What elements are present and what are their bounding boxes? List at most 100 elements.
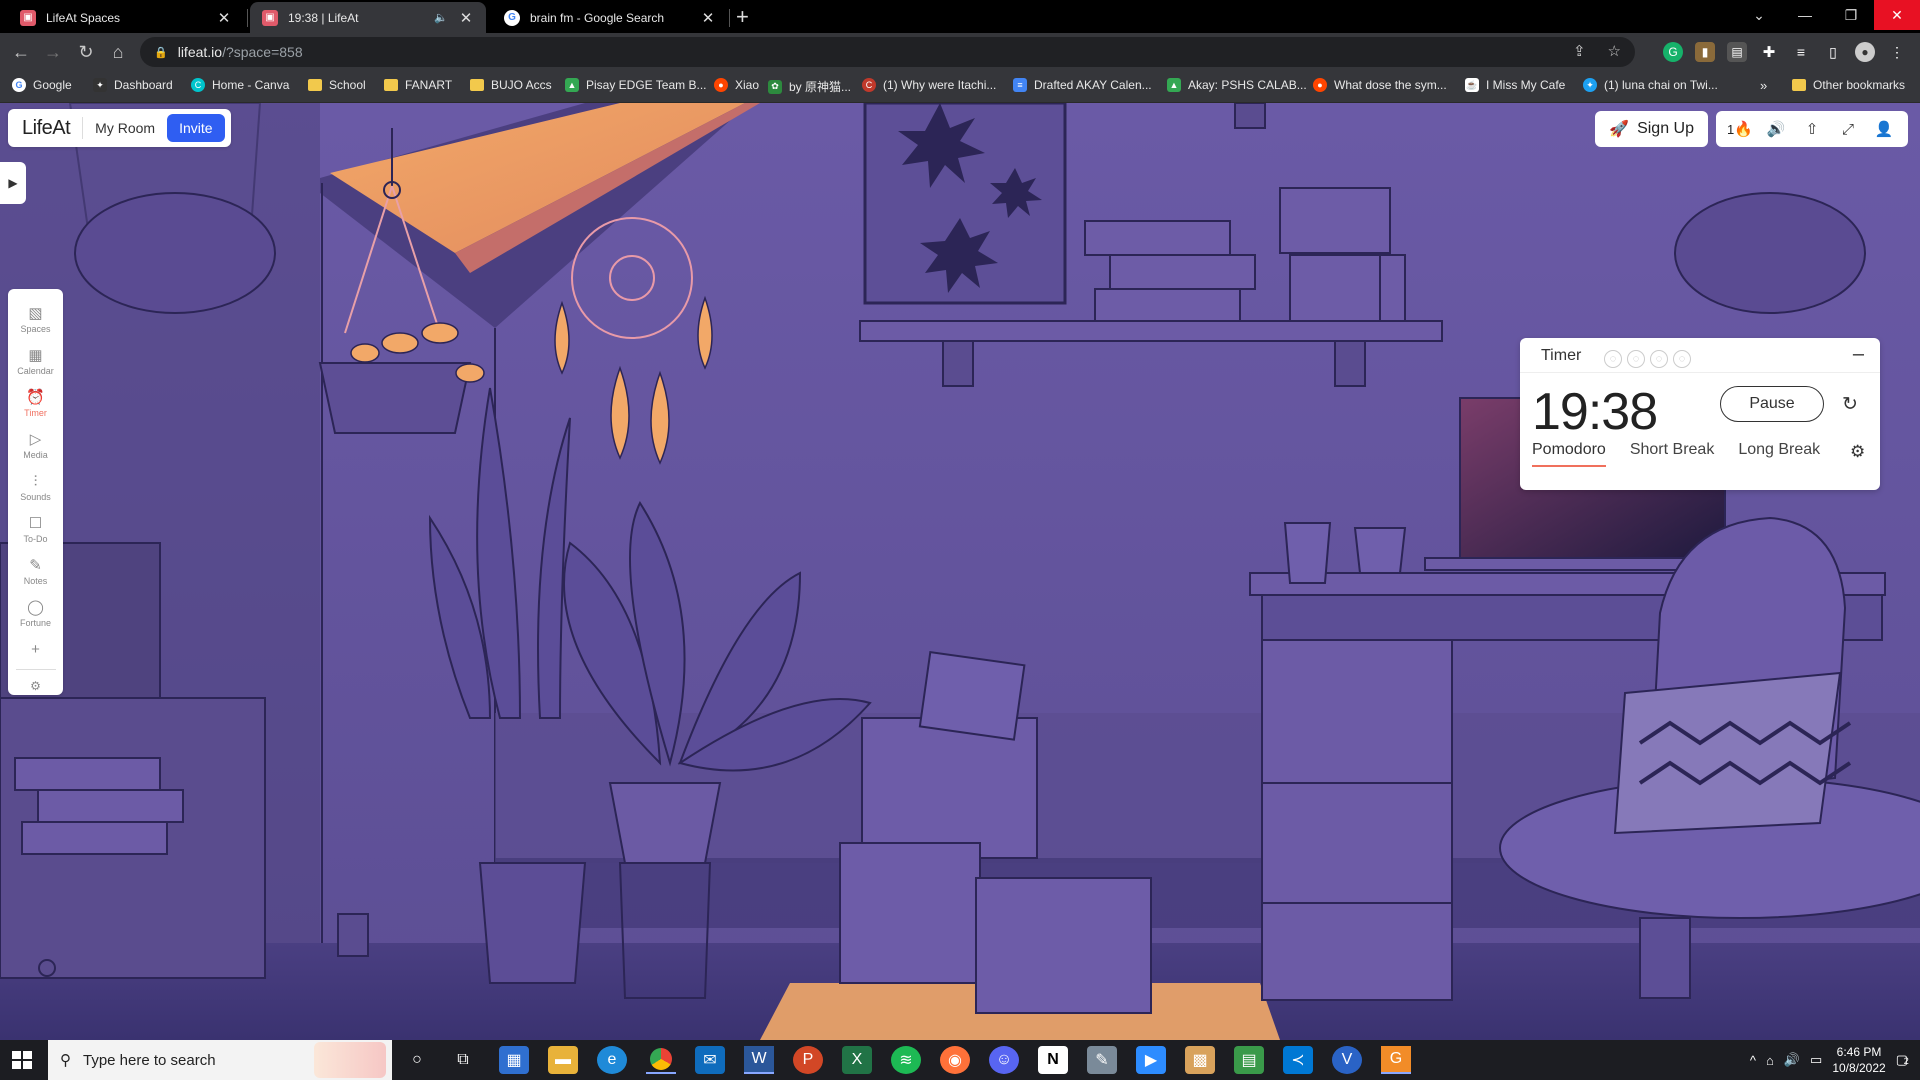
tab-pomodoro[interactable]: Pomodoro (1532, 441, 1606, 467)
sidebar-item-notes[interactable]: ✎ Notes (8, 551, 63, 593)
sidebar-item-calendar[interactable]: ▦ Calendar (8, 341, 63, 383)
extension-book-icon[interactable]: ▤ (1727, 42, 1747, 62)
orange-app-icon[interactable]: G (1381, 1046, 1411, 1074)
sign-up-button[interactable]: 🚀 Sign Up (1595, 111, 1708, 147)
windows-start-icon[interactable] (8, 1048, 36, 1072)
taskbar-search-box[interactable]: ⚲ Type here to search (48, 1040, 392, 1080)
extension-cup-icon[interactable]: ▮ (1695, 42, 1715, 62)
paint-app-icon[interactable]: ✎ (1087, 1046, 1117, 1074)
bookmark-akay-calendar[interactable]: ≡ Drafted AKAY Calen... (1013, 78, 1152, 92)
discord-icon[interactable]: ☺ (989, 1046, 1019, 1074)
bookmark-google[interactable]: G Google (12, 78, 72, 92)
task-view-icon[interactable]: ⧉ (448, 1046, 478, 1074)
tab-long-break[interactable]: Long Break (1738, 441, 1820, 467)
bookmark-akay-pshs[interactable]: ▲ Akay: PSHS CALAB... (1167, 78, 1307, 92)
volume-icon[interactable]: 🔊 (1758, 120, 1794, 138)
edge-browser-icon[interactable]: e (597, 1046, 627, 1074)
new-tab-plus-icon[interactable]: + (736, 4, 749, 30)
bookmark-bujo-accs[interactable]: BUJO Accs (470, 78, 552, 92)
word-icon[interactable]: W (744, 1046, 774, 1074)
tab-google-search[interactable]: G brain fm - Google Search ✕ (492, 2, 728, 33)
reload-icon[interactable]: ↻ (74, 40, 98, 64)
cortana-circle-icon[interactable]: ○ (402, 1046, 432, 1074)
fullscreen-icon[interactable]: ⤢ (1830, 121, 1866, 138)
vpn-app-icon[interactable]: V (1332, 1046, 1362, 1074)
photos-app-icon[interactable]: ▩ (1185, 1046, 1215, 1074)
forward-arrow-icon[interactable]: → (41, 40, 65, 64)
pause-button[interactable]: Pause (1720, 386, 1824, 422)
bookmark-symptoms[interactable]: ● What dose the sym... (1313, 78, 1447, 92)
tab-lifeat-timer[interactable]: ▣ 19:38 | LifeAt 🔈 ✕ (250, 2, 486, 33)
sheets-app-icon[interactable]: ▤ (1234, 1046, 1264, 1074)
bookmark-miss-my-cafe[interactable]: ☕ I Miss My Cafe (1465, 78, 1565, 92)
sidebar-item-timer[interactable]: ⏰ Timer (8, 383, 63, 425)
bookmark-itachi[interactable]: C (1) Why were Itachi... (862, 78, 996, 92)
lock-icon[interactable]: 🔒 (154, 46, 168, 59)
tab-short-break[interactable]: Short Break (1630, 441, 1714, 467)
share-upload-icon[interactable]: ⇧ (1794, 120, 1830, 138)
bookmark-school[interactable]: School (308, 78, 366, 92)
extensions-puzzle-icon[interactable]: ✚ (1759, 42, 1779, 62)
notion-icon[interactable]: N (1038, 1046, 1068, 1074)
bookmark-luna-chai[interactable]: ✦ (1) luna chai on Twi... (1583, 78, 1718, 92)
grammarly-extension-icon[interactable]: G (1663, 42, 1683, 62)
home-icon[interactable]: ⌂ (106, 40, 130, 64)
tab-audio-speaker-icon[interactable]: 🔈 (434, 11, 448, 24)
bookmark-dashboard[interactable]: ✦ Dashboard (93, 78, 173, 92)
speaker-icon[interactable]: 🔊 (1784, 1052, 1800, 1068)
bookmark-canva[interactable]: C Home - Canva (191, 78, 289, 92)
powerpoint-icon[interactable]: P (793, 1046, 823, 1074)
profile-avatar-icon[interactable]: ● (1855, 42, 1875, 62)
more-bookmarks-chevron-icon[interactable]: » (1760, 78, 1767, 93)
timer-settings-gear-icon[interactable]: ⚙ (1850, 442, 1865, 462)
battery-icon[interactable]: ▭ (1810, 1052, 1822, 1068)
media-queue-icon[interactable]: ≡ (1791, 42, 1811, 62)
minimize-timer-icon[interactable]: – (1853, 343, 1864, 366)
close-tab-icon[interactable]: ✕ (458, 9, 474, 27)
taskbar-clock[interactable]: 6:46 PM 10/8/2022 (1832, 1044, 1885, 1076)
browser-menu-kebab-icon[interactable]: ⋮ (1887, 42, 1907, 62)
notification-center-icon[interactable]: ▢ 2 (1896, 1052, 1909, 1068)
excel-icon[interactable]: X (842, 1046, 872, 1074)
close-tab-icon[interactable]: ✕ (216, 9, 232, 27)
restore-window-icon[interactable]: ❐ (1828, 0, 1874, 30)
sidebar-settings-button[interactable]: ⚙ (8, 674, 63, 698)
tray-chevron-up-icon[interactable]: ^ (1750, 1053, 1756, 1068)
invite-button[interactable]: Invite (167, 114, 225, 142)
tab-search-chevron-icon[interactable]: ⌄ (1736, 0, 1782, 30)
minimize-window-icon[interactable]: — (1782, 0, 1828, 30)
lifeat-logo[interactable]: LifeAt (22, 117, 71, 140)
sidebar-item-media[interactable]: ▷ Media (8, 425, 63, 467)
side-panel-icon[interactable]: ▯ (1823, 42, 1843, 62)
network-icon[interactable]: ⌂ (1766, 1053, 1774, 1068)
zoom-icon[interactable]: ▶ (1136, 1046, 1166, 1074)
bookmark-pisay-edge[interactable]: ▲ Pisay EDGE Team B... (565, 78, 707, 92)
firefox-icon[interactable]: ◉ (940, 1046, 970, 1074)
file-explorer-icon[interactable]: ▬ (548, 1046, 578, 1074)
mail-icon[interactable]: ✉ (695, 1046, 725, 1074)
timer-header[interactable]: Timer ◌ ◌ ◌ ◌ – (1520, 338, 1880, 373)
sidebar-item-fortune[interactable]: ◯ Fortune (8, 593, 63, 635)
tab-lifeat-spaces[interactable]: ▣ LifeAt Spaces ✕ (8, 2, 244, 33)
close-tab-icon[interactable]: ✕ (700, 9, 716, 27)
chrome-icon[interactable] (646, 1046, 676, 1074)
bookmark-xiao[interactable]: ● Xiao (714, 78, 759, 92)
sidebar-item-sounds[interactable]: ⫶ Sounds (8, 467, 63, 509)
bookmark-genshin-cat[interactable]: ✿ by 原神猫... (768, 78, 851, 95)
sidebar-item-todo[interactable]: ☐ To-Do (8, 509, 63, 551)
vscode-icon[interactable]: ≺ (1283, 1046, 1313, 1074)
sidebar-item-spaces[interactable]: ▧ Spaces (8, 299, 63, 341)
bookmark-star-icon[interactable]: ☆ (1608, 42, 1621, 60)
reset-timer-icon[interactable]: ↻ (1842, 393, 1858, 416)
expand-panel-toggle[interactable]: ▶ (0, 162, 26, 204)
other-bookmarks-folder[interactable]: Other bookmarks (1792, 78, 1905, 92)
address-bar[interactable]: 🔒 lifeat.io/?space=858 ⇪ ☆ (140, 37, 1635, 67)
streak-counter[interactable]: 1🔥 (1722, 120, 1758, 138)
my-room-link[interactable]: My Room (95, 120, 155, 136)
share-icon[interactable]: ⇪ (1573, 42, 1586, 60)
back-arrow-icon[interactable]: ← (9, 40, 33, 64)
spotify-icon[interactable]: ≋ (891, 1046, 921, 1074)
close-window-icon[interactable]: ✕ (1874, 0, 1920, 30)
microsoft-store-icon[interactable]: ▦ (499, 1046, 529, 1074)
bookmark-fanart[interactable]: FANART (384, 78, 452, 92)
